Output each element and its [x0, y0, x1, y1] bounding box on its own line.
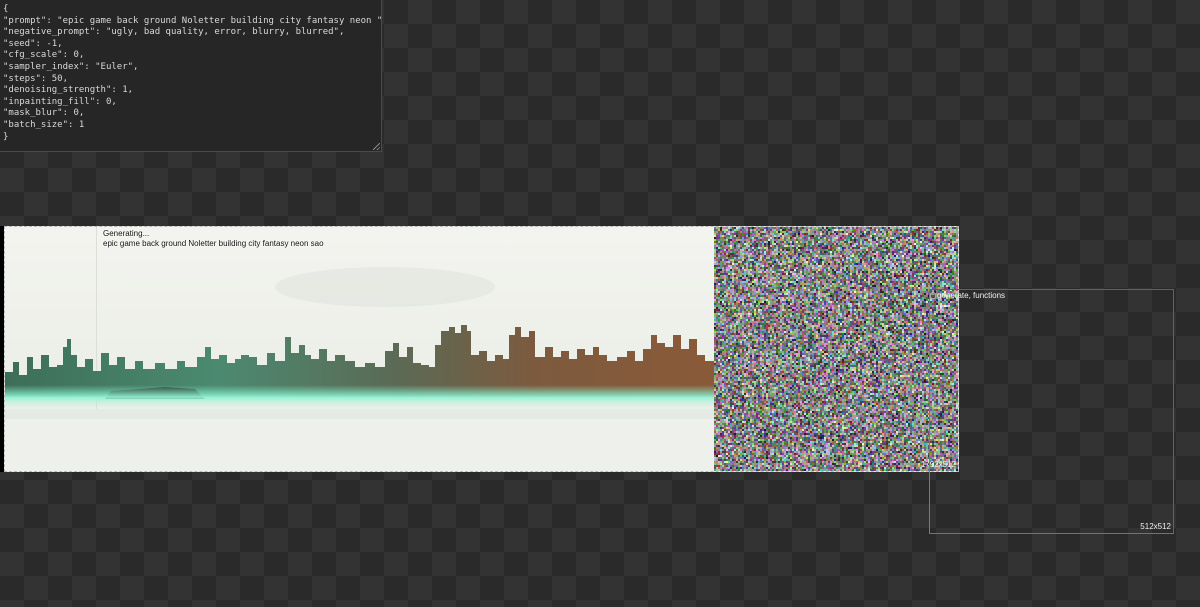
json-line-4: "cfg_scale": 0, — [3, 50, 378, 62]
region-size-label: 512x512 — [1140, 522, 1171, 531]
functions-text: generate, functions — [937, 291, 1005, 300]
resize-grip-icon[interactable] — [373, 143, 380, 150]
generated-cityscape-image — [5, 227, 714, 472]
request-json-textarea[interactable]: {"prompt": "epic game back ground Nolett… — [0, 0, 382, 152]
json-line-8: "inpainting_fill": 0, — [3, 97, 378, 109]
json-line-0: { — [3, 4, 378, 16]
generation-canvas[interactable]: Generating... epic game back ground Nole… — [4, 226, 959, 472]
prompt-echo: epic game back ground Noletter building … — [103, 239, 324, 249]
json-line-1: "prompt": "epic game back ground Nolette… — [3, 16, 378, 28]
generation-region-box[interactable]: 512x512 — [929, 289, 1174, 534]
json-line-11: } — [3, 132, 378, 144]
json-line-9: "mask_blur": 0, — [3, 108, 378, 120]
json-line-5: "sampler_index": "Euler", — [3, 62, 378, 74]
generating-status: Generating... — [103, 229, 149, 239]
json-line-10: "batch_size": 1 — [3, 120, 378, 132]
noise-latent-preview — [714, 227, 959, 472]
json-line-7: "denoising_strength": 1, — [3, 85, 378, 97]
json-line-3: "seed": -1, — [3, 39, 378, 51]
functions-label: generate, functions — [930, 291, 1005, 300]
mouse-icon — [930, 292, 936, 299]
json-line-2: "negative_prompt": "ugly, bad quality, e… — [3, 27, 378, 39]
json-line-6: "steps": 50, — [3, 74, 378, 86]
